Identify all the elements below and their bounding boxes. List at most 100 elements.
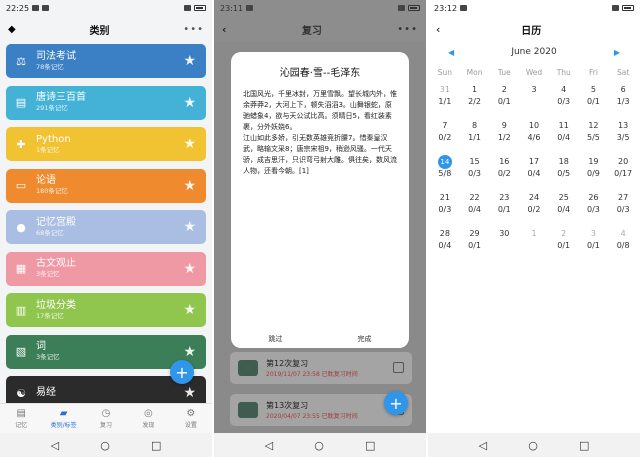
calendar-day[interactable]: 23 0/1 <box>489 191 519 219</box>
calendar-day[interactable]: 16 0/2 <box>489 155 519 183</box>
weekday-label: Wed <box>525 68 543 77</box>
home-icon[interactable]: ○ <box>528 439 538 452</box>
star-icon[interactable]: ★ <box>183 261 196 277</box>
category-card[interactable]: ⚖ 司法考试 78条记忆 ★ <box>6 44 206 78</box>
day-number: 5 <box>590 85 596 94</box>
calendar-day[interactable]: 5 0/1 <box>579 83 609 111</box>
calendar-day[interactable]: 18 0/5 <box>549 155 579 183</box>
calendar-day[interactable]: 26 0/3 <box>579 191 609 219</box>
star-icon[interactable]: ★ <box>183 53 196 69</box>
calendar-day[interactable]: 13 3/5 <box>608 119 638 147</box>
calendar-day[interactable]: 6 1/3 <box>608 83 638 111</box>
calendar-day[interactable]: 8 1/1 <box>460 119 490 147</box>
next-month-icon[interactable]: ▶ <box>614 48 620 57</box>
day-number: 28 <box>439 229 450 238</box>
star-icon[interactable]: ★ <box>183 344 196 360</box>
calendar-day[interactable]: 31 1/1 <box>430 83 460 111</box>
category-text: Python 1条记忆 <box>36 134 71 155</box>
skip-button[interactable]: 跳过 <box>269 334 283 344</box>
back-arrow-icon[interactable]: ‹ <box>222 23 226 36</box>
nav-item[interactable]: ▰ 类别/标签 <box>42 404 84 433</box>
calendar-day[interactable]: 7 0/2 <box>430 119 460 147</box>
star-icon[interactable]: ★ <box>183 178 196 194</box>
status-time: 22:25 <box>6 3 30 13</box>
calendar-day[interactable]: 20 0/17 <box>608 155 638 183</box>
weekday-label: Sun <box>437 68 452 77</box>
categories-screen: 22:25 ◆ 类别 ••• ⚖ 司法考试 78条记忆 ★ ▤ 唐诗三百首 291条记忆 ★ ✚… <box>0 0 212 457</box>
home-icon[interactable]: ○ <box>314 439 324 452</box>
weekday-row: Sun Mon Tue Wed Thu Fri Sat <box>428 68 640 77</box>
category-card[interactable]: ✚ Python 1条记忆 ★ <box>6 127 206 161</box>
recent-apps-icon[interactable]: □ <box>579 439 589 452</box>
calendar-day[interactable]: 2 0/1 <box>489 83 519 111</box>
day-review-count: 0/4 <box>557 133 571 142</box>
day-number: 16 <box>499 157 510 166</box>
calendar-day[interactable]: 29 0/1 <box>460 227 490 255</box>
add-button[interactable]: + <box>384 391 408 415</box>
notification-icon <box>32 5 40 11</box>
calendar-day[interactable]: 4 0/3 <box>549 83 579 111</box>
star-icon[interactable]: ★ <box>183 385 196 401</box>
back-icon[interactable]: ◁ <box>51 439 59 452</box>
category-card[interactable]: ▤ 唐诗三百首 291条记忆 ★ <box>6 85 206 120</box>
screenshot-collage: 22:25 ◆ 类别 ••• ⚖ 司法考试 78条记忆 ★ ▤ 唐诗三百首 291条记忆 ★ ✚… <box>0 0 640 457</box>
recent-apps-icon[interactable]: □ <box>365 439 375 452</box>
category-card[interactable]: ▭ 论语 180条记忆 ★ <box>6 168 206 203</box>
category-count: 17条记忆 <box>36 311 64 320</box>
category-name: 司法考试 <box>36 50 76 62</box>
category-name: 古文观止 <box>36 258 76 269</box>
category-count: 1条记忆 <box>36 145 60 154</box>
back-icon[interactable]: ◁ <box>479 439 487 452</box>
category-card[interactable]: ● 记忆宫殿 68条记忆 ★ <box>6 210 206 244</box>
calendar-day[interactable]: 1 <box>519 227 549 255</box>
calendar-day[interactable]: 9 1/2 <box>489 119 519 147</box>
back-icon[interactable]: ◁ <box>265 439 273 452</box>
back-arrow-icon[interactable]: ‹ <box>436 23 440 36</box>
nav-item[interactable]: ◎ 发现 <box>127 404 169 433</box>
star-icon[interactable]: ★ <box>183 219 196 235</box>
calendar-day[interactable]: 27 0/3 <box>608 191 638 219</box>
nav-item[interactable]: ⚙ 设置 <box>170 404 212 433</box>
star-icon[interactable]: ★ <box>183 302 196 318</box>
review-checkbox[interactable] <box>393 362 404 373</box>
category-card[interactable]: ▦ 古文观止 3条记忆 ★ <box>6 251 206 286</box>
more-menu-icon[interactable]: ••• <box>183 24 204 35</box>
header: ‹ 复习 ••• <box>214 16 426 42</box>
day-review-count: 4/6 <box>527 133 541 142</box>
star-icon[interactable]: ★ <box>183 136 196 152</box>
star-icon[interactable]: ★ <box>183 95 196 111</box>
calendar-day[interactable]: 10 4/6 <box>519 119 549 147</box>
prev-month-icon[interactable]: ◀ <box>448 48 454 57</box>
review-row[interactable]: 第12次复习 2019/11/07 23:58 已耽复习时间 <box>230 352 412 384</box>
calendar-day[interactable]: 19 0/9 <box>579 155 609 183</box>
calendar-day[interactable]: 30 <box>489 227 519 255</box>
nav-item[interactable]: ▤ 记忆 <box>0 404 42 433</box>
category-card[interactable]: ▥ 垃圾分类 17条记忆 ★ <box>6 293 206 327</box>
calendar-day[interactable]: 3 0/1 <box>579 227 609 255</box>
calendar-day[interactable]: 12 5/5 <box>579 119 609 147</box>
calendar-day[interactable]: 24 0/2 <box>519 191 549 219</box>
calendar-day[interactable]: 3 <box>519 83 549 111</box>
category-name: 垃圾分类 <box>36 299 76 311</box>
done-button[interactable]: 完成 <box>358 334 372 344</box>
review-title: 第12次复习 <box>266 359 309 368</box>
add-button[interactable]: + <box>170 360 194 384</box>
home-icon[interactable]: ○ <box>100 439 110 452</box>
calendar-day[interactable]: 1 2/2 <box>460 83 490 111</box>
calendar-day[interactable]: 28 0/4 <box>430 227 460 255</box>
calendar-day[interactable]: 14 5/8 <box>430 155 460 183</box>
calendar-day[interactable]: 25 0/4 <box>549 191 579 219</box>
calendar-day[interactable]: 17 0/4 <box>519 155 549 183</box>
calendar-day[interactable]: 11 0/4 <box>549 119 579 147</box>
calendar-day[interactable]: 22 0/4 <box>460 191 490 219</box>
calendar-day[interactable]: 15 0/3 <box>460 155 490 183</box>
tag-icon[interactable]: ◆ <box>8 24 16 35</box>
book-icon: ▤ <box>15 96 27 109</box>
calendar-day[interactable]: 4 0/8 <box>608 227 638 255</box>
nav-item[interactable]: ◷ 复习 <box>85 404 127 433</box>
recent-apps-icon[interactable]: □ <box>151 439 161 452</box>
day-review-count: 0/1 <box>557 241 571 250</box>
more-menu-icon[interactable]: ••• <box>397 24 418 35</box>
calendar-day[interactable]: 21 0/3 <box>430 191 460 219</box>
calendar-day[interactable]: 2 0/1 <box>549 227 579 255</box>
